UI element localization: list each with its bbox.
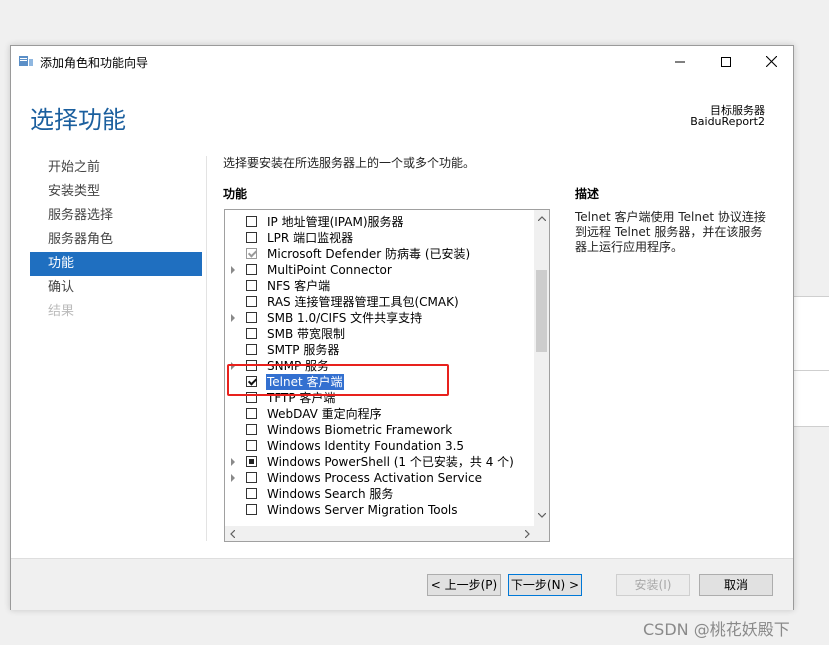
background-divider bbox=[794, 426, 829, 427]
feature-label: Windows Server Migration Tools bbox=[267, 503, 458, 517]
nav-step[interactable]: 确认 bbox=[30, 276, 202, 300]
cancel-button[interactable]: 取消 bbox=[699, 574, 773, 596]
watermark: CSDN @桃花妖殿下 bbox=[643, 620, 790, 639]
page-title: 选择功能 bbox=[30, 106, 126, 134]
nav-step[interactable]: 服务器角色 bbox=[30, 228, 202, 252]
feature-label: MultiPoint Connector bbox=[267, 263, 392, 277]
description-header: 描述 bbox=[575, 187, 600, 201]
feature-row[interactable]: MultiPoint Connector bbox=[225, 262, 535, 278]
feature-row[interactable]: Windows Process Activation Service bbox=[225, 470, 535, 486]
background-divider bbox=[794, 370, 829, 371]
minimize-icon bbox=[675, 61, 685, 62]
feature-checkbox[interactable] bbox=[246, 280, 257, 291]
scroll-right-button[interactable] bbox=[520, 527, 535, 541]
feature-checkbox[interactable] bbox=[246, 232, 257, 243]
title-bar: 添加角色和功能向导 bbox=[11, 46, 793, 77]
expand-arrow-icon[interactable] bbox=[231, 474, 235, 482]
description-text: Telnet 客户端使用 Telnet 协议连接到远程 Telnet 服务器，并… bbox=[575, 210, 766, 254]
feature-row[interactable]: Windows PowerShell (1 个已安装，共 4 个) bbox=[225, 454, 535, 470]
chevron-right-icon bbox=[525, 530, 530, 538]
feature-row[interactable]: RAS 连接管理器管理工具包(CMAK) bbox=[225, 294, 535, 310]
nav-step[interactable]: 服务器选择 bbox=[30, 204, 202, 228]
previous-button[interactable]: < 上一步(P) bbox=[427, 574, 501, 596]
feature-checkbox[interactable] bbox=[246, 312, 257, 323]
feature-row[interactable]: SMTP 服务器 bbox=[225, 342, 535, 358]
feature-row[interactable]: Windows Server Migration Tools bbox=[225, 502, 535, 518]
window-title: 添加角色和功能向导 bbox=[40, 56, 149, 70]
feature-checkbox[interactable] bbox=[246, 504, 257, 515]
instruction-text: 选择要安装在所选服务器上的一个或多个功能。 bbox=[223, 156, 476, 170]
feature-label: Windows Process Activation Service bbox=[267, 471, 482, 485]
feature-label: Windows Identity Foundation 3.5 bbox=[267, 439, 465, 453]
feature-row[interactable]: NFS 客户端 bbox=[225, 278, 535, 294]
feature-checkbox[interactable] bbox=[246, 344, 257, 355]
feature-checkbox[interactable] bbox=[246, 440, 257, 451]
feature-checkbox[interactable] bbox=[246, 488, 257, 499]
scroll-up-button[interactable] bbox=[534, 211, 549, 225]
feature-row[interactable]: Windows Search 服务 bbox=[225, 486, 535, 502]
feature-label: RAS 连接管理器管理工具包(CMAK) bbox=[267, 295, 459, 309]
minimize-button[interactable] bbox=[657, 46, 703, 77]
scroll-down-button[interactable] bbox=[534, 508, 549, 522]
scroll-left-button[interactable] bbox=[225, 527, 240, 541]
feature-row[interactable]: SMB 带宽限制 bbox=[225, 326, 535, 342]
feature-row[interactable]: Windows Identity Foundation 3.5 bbox=[225, 438, 535, 454]
target-server-value: BaiduReport2 bbox=[690, 115, 765, 128]
feature-checkbox[interactable] bbox=[246, 456, 257, 467]
feature-checkbox[interactable] bbox=[246, 216, 257, 227]
nav-step[interactable]: 安装类型 bbox=[30, 180, 202, 204]
feature-label: SMB 带宽限制 bbox=[267, 327, 346, 341]
vertical-scrollbar[interactable] bbox=[534, 210, 549, 541]
nav-divider bbox=[206, 156, 207, 541]
feature-checkbox[interactable] bbox=[246, 328, 257, 339]
horizontal-scrollbar[interactable] bbox=[225, 526, 535, 541]
close-icon bbox=[765, 56, 777, 67]
maximize-button[interactable] bbox=[703, 46, 749, 77]
feature-label: WebDAV 重定向程序 bbox=[267, 407, 382, 421]
expand-arrow-icon[interactable] bbox=[231, 458, 235, 466]
next-button[interactable]: 下一步(N) > bbox=[508, 574, 582, 596]
vertical-scroll-thumb[interactable] bbox=[536, 270, 547, 352]
background-panel bbox=[794, 296, 829, 426]
expand-arrow-icon[interactable] bbox=[231, 314, 235, 322]
feature-row[interactable]: LPR 端口监视器 bbox=[225, 230, 535, 246]
feature-checkbox[interactable] bbox=[246, 264, 257, 275]
chevron-up-icon bbox=[537, 215, 546, 221]
features-header: 功能 bbox=[223, 187, 248, 201]
server-manager-icon bbox=[19, 56, 33, 66]
close-button[interactable] bbox=[748, 46, 794, 77]
feature-row[interactable]: WebDAV 重定向程序 bbox=[225, 406, 535, 422]
feature-checkbox[interactable] bbox=[246, 408, 257, 419]
nav-step[interactable]: 功能 bbox=[30, 252, 202, 276]
feature-checkbox[interactable] bbox=[246, 424, 257, 435]
feature-checkbox[interactable] bbox=[246, 296, 257, 307]
feature-row[interactable]: Microsoft Defender 防病毒 (已安装) bbox=[225, 246, 535, 262]
feature-label: NFS 客户端 bbox=[267, 279, 331, 293]
feature-label: Windows PowerShell (1 个已安装，共 4 个) bbox=[267, 455, 514, 469]
feature-row[interactable]: SMB 1.0/CIFS 文件共享支持 bbox=[225, 310, 535, 326]
install-button[interactable]: 安装(I) bbox=[616, 574, 690, 596]
feature-label: SMTP 服务器 bbox=[267, 343, 340, 357]
feature-label: LPR 端口监视器 bbox=[267, 231, 354, 245]
feature-label: SMB 1.0/CIFS 文件共享支持 bbox=[267, 311, 423, 325]
feature-label: Windows Biometric Framework bbox=[267, 423, 453, 437]
chevron-down-icon bbox=[537, 512, 546, 518]
wizard-steps-nav: 开始之前 安装类型 服务器选择 服务器角色 功能 确认结果 bbox=[30, 156, 202, 324]
feature-label: Microsoft Defender 防病毒 (已安装) bbox=[267, 247, 471, 261]
feature-label: IP 地址管理(IPAM)服务器 bbox=[267, 215, 404, 229]
feature-label: Windows Search 服务 bbox=[267, 487, 394, 501]
feature-row[interactable]: IP 地址管理(IPAM)服务器 bbox=[225, 214, 535, 230]
expand-arrow-icon[interactable] bbox=[231, 266, 235, 274]
feature-row[interactable]: Windows Biometric Framework bbox=[225, 422, 535, 438]
chevron-left-icon bbox=[230, 530, 235, 538]
wizard-footer: < 上一步(P) 下一步(N) > 安装(I) 取消 bbox=[11, 558, 793, 610]
annotation-highlight-box bbox=[227, 364, 449, 396]
nav-step: 结果 bbox=[48, 304, 75, 319]
feature-checkbox[interactable] bbox=[246, 472, 257, 483]
maximize-icon bbox=[721, 56, 731, 67]
wizard-window: 添加角色和功能向导 选择功能 目标服务器 BaiduReport2 开始之前 安装… bbox=[10, 45, 794, 610]
background-divider bbox=[794, 296, 829, 297]
feature-checkbox bbox=[246, 248, 257, 259]
nav-step[interactable]: 开始之前 bbox=[30, 156, 202, 180]
